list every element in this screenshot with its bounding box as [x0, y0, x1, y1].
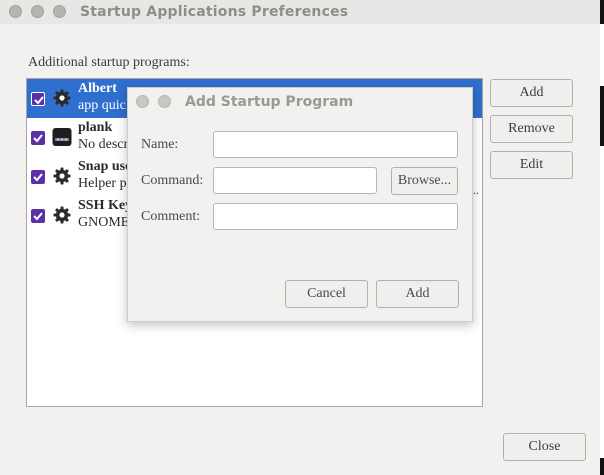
browse-button[interactable]: Browse...: [391, 167, 458, 195]
check-icon: [33, 173, 43, 182]
add-button[interactable]: Add: [490, 79, 573, 107]
check-icon: [34, 96, 44, 105]
cancel-button[interactable]: Cancel: [285, 280, 368, 308]
close-button[interactable]: Close: [503, 433, 586, 461]
name-label: Name:: [141, 137, 179, 152]
title-bar: Startup Applications Preferences: [0, 0, 600, 24]
name-field[interactable]: [213, 131, 458, 158]
minimize-window-button[interactable]: [31, 5, 44, 18]
gear-icon: [52, 166, 72, 186]
background-window-edge: [600, 86, 604, 146]
program-description: app quick: [78, 98, 133, 113]
enable-checkbox[interactable]: [31, 92, 45, 106]
enable-checkbox[interactable]: [31, 170, 45, 184]
enable-checkbox[interactable]: [31, 131, 45, 145]
close-window-button[interactable]: [9, 5, 22, 18]
comment-label: Comment:: [141, 209, 201, 224]
dialog-title-bar: Add Startup Program: [128, 88, 472, 116]
background-window-edge: [600, 0, 604, 475]
program-description: No descr: [78, 137, 129, 152]
program-name: SSH Key: [78, 198, 133, 213]
program-name: Snap use: [78, 159, 132, 174]
program-name: Albert: [78, 81, 117, 96]
maximize-window-button[interactable]: [53, 5, 66, 18]
remove-button[interactable]: Remove: [490, 115, 573, 143]
dialog-minimize-button[interactable]: [158, 95, 171, 108]
command-label: Command:: [141, 173, 204, 188]
edit-button[interactable]: Edit: [490, 151, 573, 179]
program-description: Helper pr: [78, 176, 132, 191]
check-icon: [33, 134, 43, 143]
comment-field[interactable]: [213, 203, 458, 230]
gear-icon: [52, 205, 72, 225]
add-startup-program-dialog: Add Startup Program Name: Command: Brows…: [127, 87, 473, 322]
background-window-edge: [600, 0, 604, 24]
background-window-edge: [600, 458, 604, 475]
enable-checkbox[interactable]: [31, 209, 45, 223]
dialog-title: Add Startup Program: [185, 94, 354, 110]
program-name: plank: [78, 120, 113, 135]
command-field[interactable]: [213, 167, 377, 194]
gear-icon: [52, 88, 72, 108]
dialog-close-button[interactable]: [136, 95, 149, 108]
dialog-add-button[interactable]: Add: [376, 280, 459, 308]
plank-dock-icon: [52, 127, 72, 147]
check-icon: [33, 212, 43, 221]
section-label: Additional startup programs:: [28, 55, 190, 70]
window-title: Startup Applications Preferences: [80, 4, 349, 20]
